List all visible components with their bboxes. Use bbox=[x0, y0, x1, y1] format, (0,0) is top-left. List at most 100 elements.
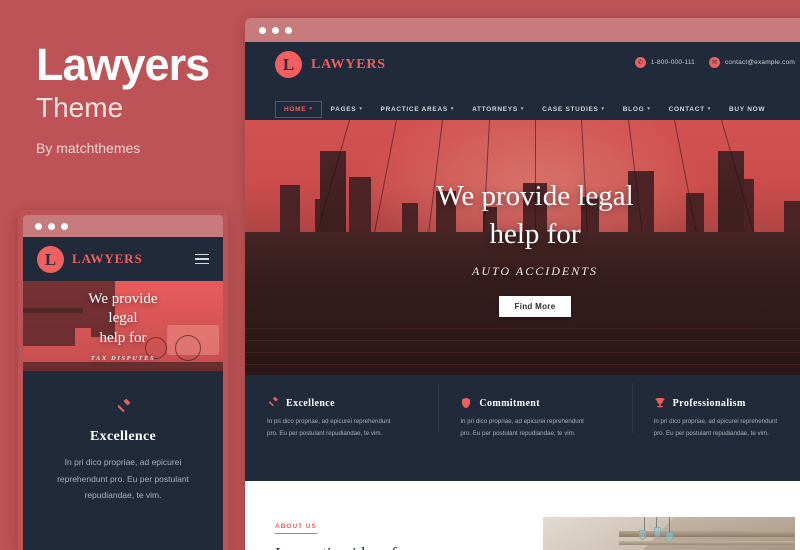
window-maximize-dot[interactable] bbox=[61, 222, 68, 230]
nav-label: CASE STUDIES bbox=[542, 105, 599, 113]
nav-label: BUY NOW bbox=[728, 105, 766, 113]
mobile-hero-heading-line-3: help for bbox=[99, 329, 147, 346]
pendant-lamp-icon bbox=[638, 530, 646, 540]
window-minimize-dot[interactable] bbox=[272, 26, 279, 34]
desktop-site-viewport: L LAWYERS ✆ 1-800-000-111 ✉ contact@exam… bbox=[245, 42, 800, 550]
about-interior-photo bbox=[543, 517, 795, 550]
chevron-down-icon: ▾ bbox=[450, 106, 455, 112]
window-maximize-dot[interactable] bbox=[285, 26, 292, 34]
feature-card-header: Excellence bbox=[267, 397, 416, 409]
header-phone[interactable]: ✆ 1-800-000-111 bbox=[634, 57, 695, 68]
gavel-icon bbox=[117, 399, 130, 412]
desktop-browser-chrome bbox=[245, 18, 800, 42]
mobile-browser-mockup: L LAWYERS We provide legal help for TAX … bbox=[18, 210, 228, 550]
nav-label: CONTACT bbox=[668, 105, 705, 113]
hamburger-menu-icon[interactable] bbox=[195, 253, 209, 265]
about-text-column: ABOUT US Innovative ideas for bbox=[275, 515, 525, 550]
desktop-browser-mockup: L LAWYERS ✆ 1-800-000-111 ✉ contact@exam… bbox=[245, 18, 800, 550]
feature-title: Professionalism bbox=[672, 397, 746, 409]
nav-item-home[interactable]: HOME ▾ bbox=[275, 100, 322, 118]
ceiling-beam bbox=[618, 541, 795, 545]
window-close-dot[interactable] bbox=[259, 26, 266, 34]
feature-card-header: Commitment bbox=[460, 397, 609, 409]
header-contact-info: ✆ 1-800-000-111 ✉ contact@example.com bbox=[634, 57, 795, 68]
mobile-feature-card: Excellence In pri dico propriae, ad epic… bbox=[23, 371, 223, 504]
nav-item-buy-now[interactable]: BUY NOW bbox=[720, 101, 774, 118]
gavel-icon bbox=[268, 397, 278, 407]
nav-item-contact[interactable]: CONTACT ▾ bbox=[660, 101, 720, 118]
brand-name: LAWYERS bbox=[72, 251, 143, 266]
hero-content: We provide legal help for AUTO ACCIDENTS… bbox=[245, 120, 800, 375]
phone-number: 1-800-000-111 bbox=[650, 59, 695, 66]
chevron-down-icon: ▾ bbox=[601, 106, 605, 112]
logo-badge-icon: L bbox=[275, 51, 302, 78]
chevron-down-icon: ▾ bbox=[707, 106, 711, 112]
envelope-icon: ✉ bbox=[708, 57, 720, 68]
chevron-down-icon: ▾ bbox=[309, 106, 313, 112]
site-logo[interactable]: L LAWYERS bbox=[275, 51, 386, 78]
lamp-wire bbox=[669, 517, 670, 533]
about-heading: Innovative ideas for bbox=[275, 543, 525, 550]
lamp-wire bbox=[643, 517, 645, 531]
mobile-site-header: L LAWYERS bbox=[23, 237, 223, 281]
hero-heading-line-2: help for bbox=[489, 217, 581, 250]
window-close-dot[interactable] bbox=[35, 222, 42, 230]
header-email[interactable]: ✉ contact@example.com bbox=[708, 57, 795, 68]
promo-title: Lawyers bbox=[36, 39, 210, 90]
nav-label: HOME bbox=[284, 105, 307, 113]
hero-heading-line-1: We provide legal bbox=[436, 179, 634, 212]
mobile-hero-content: We provide legal help for TAX DISPUTES bbox=[23, 281, 223, 371]
feature-card-professionalism: Professionalism In pri dico propriae, ad… bbox=[631, 375, 800, 441]
nav-item-case-studies[interactable]: CASE STUDIES ▾ bbox=[533, 101, 614, 118]
brand-name: LAWYERS bbox=[311, 56, 386, 72]
window-minimize-dot[interactable] bbox=[48, 222, 55, 230]
hero-subtitle: AUTO ACCIDENTS bbox=[472, 264, 598, 279]
logo-monogram: L bbox=[282, 55, 295, 74]
chevron-down-icon: ▾ bbox=[520, 106, 525, 112]
mobile-browser-chrome bbox=[23, 215, 223, 237]
logo-badge-icon: L bbox=[37, 245, 64, 273]
burger-line bbox=[195, 253, 209, 256]
feature-card-commitment: Commitment In pri dico propriae, ad epic… bbox=[438, 375, 631, 441]
about-kicker: ABOUT US bbox=[275, 523, 317, 534]
find-more-button[interactable]: Find More bbox=[498, 296, 572, 318]
mobile-logo[interactable]: L LAWYERS bbox=[37, 245, 143, 273]
promo-subtitle: Theme bbox=[36, 92, 124, 123]
promo-author: By matchthemes bbox=[36, 140, 141, 156]
chevron-down-icon: ▾ bbox=[359, 106, 363, 112]
chevron-down-icon: ▾ bbox=[647, 106, 651, 112]
shield-icon bbox=[462, 397, 471, 409]
mobile-feature-body: In pri dico propriae, ad epicurei repreh… bbox=[57, 457, 189, 501]
feature-title: Commitment bbox=[479, 397, 540, 409]
mobile-hero-subtitle: TAX DISPUTES bbox=[90, 354, 156, 362]
trophy-icon bbox=[655, 398, 665, 408]
burger-line bbox=[195, 262, 209, 265]
nav-label: ATTORNEYS bbox=[472, 105, 518, 113]
mobile-feature-title: Excellence bbox=[90, 429, 156, 444]
feature-title: Excellence bbox=[286, 397, 335, 409]
nav-item-pages[interactable]: PAGES ▾ bbox=[322, 101, 372, 118]
phone-icon: ✆ bbox=[634, 57, 646, 68]
feature-body: In pri dico propriae, ad epicurei repreh… bbox=[460, 418, 584, 438]
nav-label: PRACTICE AREAS bbox=[380, 105, 448, 113]
email-address: contact@example.com bbox=[724, 59, 795, 66]
hero-banner: We provide legal help for AUTO ACCIDENTS… bbox=[245, 120, 800, 375]
mobile-hero-banner: We provide legal help for TAX DISPUTES bbox=[23, 281, 223, 371]
about-section: ABOUT US Innovative ideas for bbox=[245, 481, 800, 550]
nav-item-attorneys[interactable]: ATTORNEYS ▾ bbox=[463, 101, 533, 118]
feature-card-header: Professionalism bbox=[654, 397, 800, 409]
burger-line bbox=[195, 258, 209, 260]
nav-item-blog[interactable]: BLOG ▾ bbox=[614, 101, 660, 118]
nav-label: PAGES bbox=[330, 105, 357, 113]
mobile-hero-heading-line-2: legal bbox=[108, 310, 138, 327]
logo-monogram: L bbox=[44, 249, 57, 269]
site-header: L LAWYERS ✆ 1-800-000-111 ✉ contact@exam… bbox=[245, 42, 800, 102]
features-strip: Excellence In pri dico propriae, ad epic… bbox=[245, 375, 800, 481]
feature-card-excellence: Excellence In pri dico propriae, ad epic… bbox=[245, 375, 438, 441]
promo-block: Lawyers Theme By matchthemes bbox=[36, 42, 236, 156]
nav-label: BLOG bbox=[622, 105, 645, 113]
feature-body: In pri dico propriae, ad epicurei repreh… bbox=[653, 418, 778, 438]
nav-item-practice-areas[interactable]: PRACTICE AREAS ▾ bbox=[372, 101, 464, 118]
mobile-hero-heading-line-1: We provide bbox=[88, 291, 158, 308]
mobile-viewport: L LAWYERS We provide legal help for TAX … bbox=[23, 215, 223, 550]
